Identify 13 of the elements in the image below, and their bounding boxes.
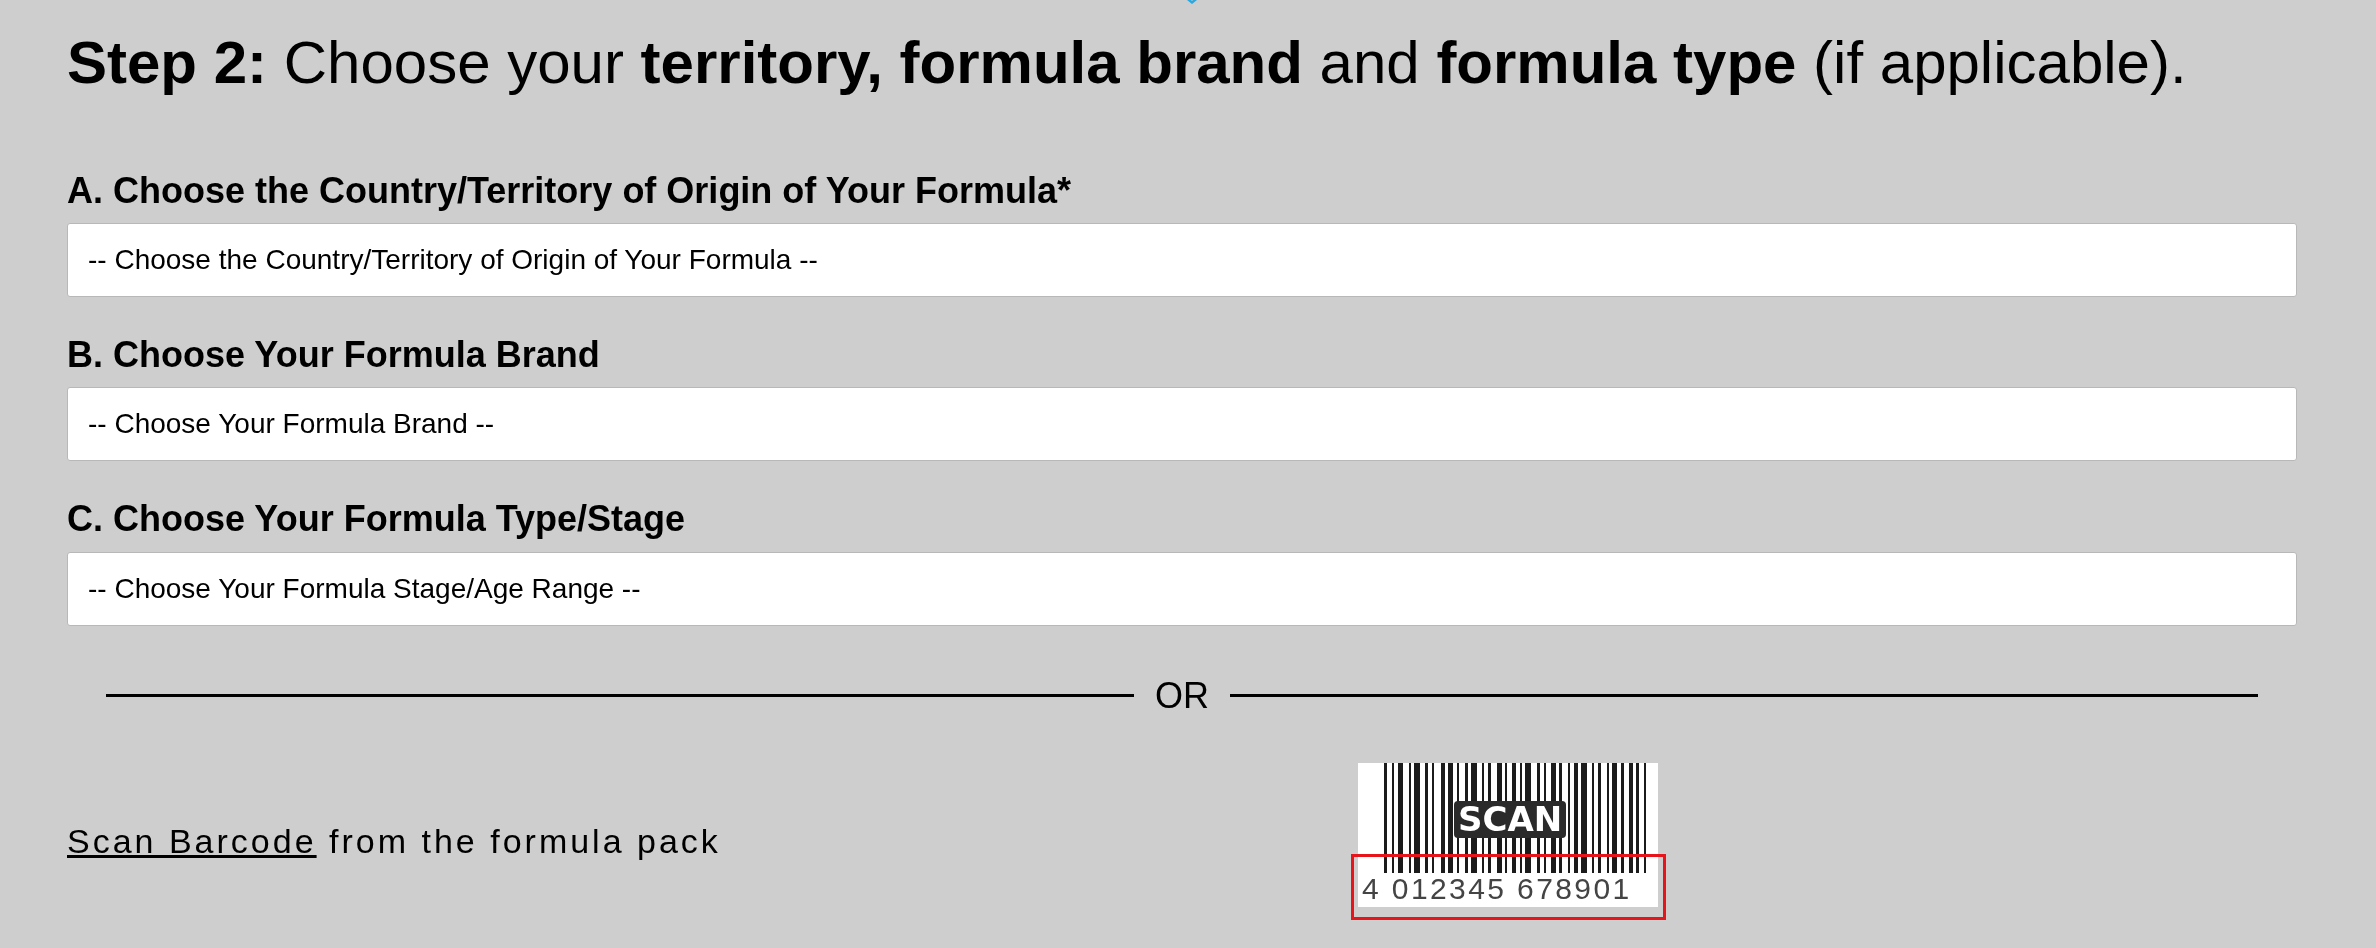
barcode-caption: SCAN xyxy=(1454,800,1567,839)
barcode-image[interactable]: SCAN 4 012345 678901 xyxy=(1358,762,1658,907)
scan-instruction: Scan Barcode from the formula pack xyxy=(67,822,721,862)
brand-select[interactable]: -- Choose Your Formula Brand -- xyxy=(67,387,2297,462)
scan-barcode-link[interactable]: Scan Barcode xyxy=(67,822,317,861)
field-label: A. Choose the Country/Territory of Origin of Your Formula* xyxy=(67,169,1072,213)
stage-select[interactable]: -- Choose Your Formula Stage/Age Range -- xyxy=(67,551,2297,626)
country-select[interactable]: -- Choose the Country/Territory of Origin of Your Formula -- xyxy=(67,223,2297,298)
barcode-number: 4 012345 678901 xyxy=(1362,873,1632,904)
field-label: C. Choose Your Formula Type/Stage xyxy=(67,497,686,541)
divider-label: OR xyxy=(1155,674,1209,716)
field-label: B. Choose Your Formula Brand xyxy=(67,333,600,377)
step-heading: Step 2: Choose your territory, formula brand and formula type (if applicable). xyxy=(67,28,2187,97)
